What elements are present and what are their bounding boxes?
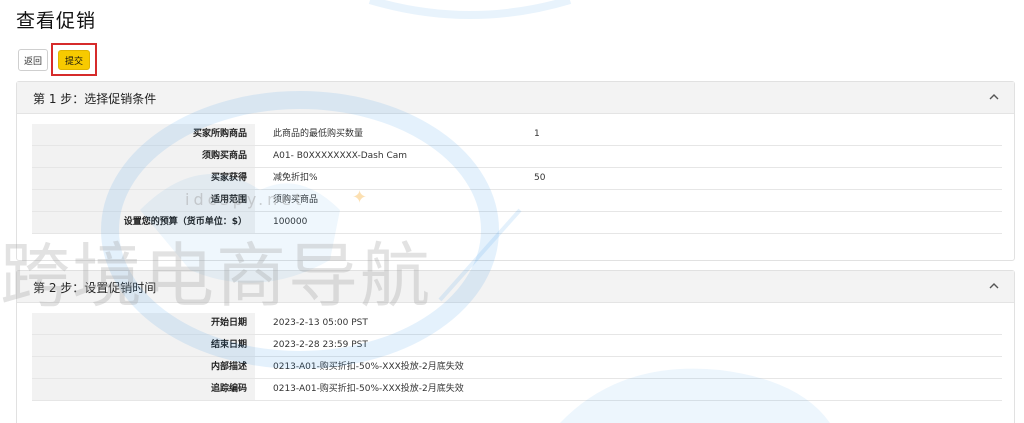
row-value: 0213-A01-购买折扣-50%-XXX投放-2月底失效: [273, 384, 464, 394]
page-title: 查看促销: [16, 10, 97, 32]
row-value: A01- B0XXXXXXXX-Dash Cam: [273, 151, 408, 161]
row-label: 开始日期: [32, 313, 255, 334]
row-label: 设置您的预算（货币单位：$）: [32, 212, 255, 233]
row-value: 2023-2-28 23:59 PST: [273, 340, 368, 350]
row-label: 买家获得: [32, 168, 255, 189]
row-value: 减免折扣%: [273, 173, 318, 183]
row-value: 100000: [273, 217, 308, 227]
step2-title: 第 2 步：设置促销时间: [33, 281, 157, 295]
submit-button[interactable]: 提交: [58, 50, 90, 70]
row-value: 此商品的最低购买数量: [273, 129, 364, 139]
row-label: 适用范围: [32, 190, 255, 211]
row-label: 追踪编码: [32, 379, 255, 400]
table-row: 结束日期 2023-2-28 23:59 PST: [32, 335, 1002, 357]
table-row: 设置您的预算（货币单位：$） 100000: [32, 212, 1002, 234]
table-row: 适用范围 须购买商品: [32, 190, 1002, 212]
submit-highlight: 提交: [51, 43, 97, 76]
chevron-up-icon[interactable]: [988, 90, 1000, 104]
back-button[interactable]: 返回: [18, 49, 48, 71]
row-value: 须购买商品: [273, 195, 319, 205]
step2-rows: 开始日期 2023-2-13 05:00 PST 结束日期 2023-2-28 …: [32, 313, 1002, 401]
step2-panel: 第 2 步：设置促销时间 开始日期 2023-2-13 05:00 PST 结束…: [16, 270, 1015, 423]
table-row: 须购买商品 A01- B0XXXXXXXX-Dash Cam: [32, 146, 1002, 168]
step2-header[interactable]: 第 2 步：设置促销时间: [17, 271, 1014, 303]
row-value: 2023-2-13 05:00 PST: [273, 318, 368, 328]
table-row: 追踪编码 0213-A01-购买折扣-50%-XXX投放-2月底失效: [32, 379, 1002, 401]
table-row: 买家获得 减免折扣% 50: [32, 168, 1002, 190]
row-label: 买家所购商品: [32, 124, 255, 145]
table-row: 买家所购商品 此商品的最低购买数量 1: [32, 124, 1002, 146]
chevron-up-icon[interactable]: [988, 279, 1000, 293]
step1-header[interactable]: 第 1 步：选择促销条件: [17, 82, 1014, 114]
row-label: 结束日期: [32, 335, 255, 356]
table-row: 内部描述 0213-A01-购买折扣-50%-XXX投放-2月底失效: [32, 357, 1002, 379]
row-label: 须购买商品: [32, 146, 255, 167]
row-extra: 1: [534, 129, 540, 139]
step1-rows: 买家所购商品 此商品的最低购买数量 1 须购买商品 A01- B0XXXXXXX…: [32, 124, 1002, 234]
row-label: 内部描述: [32, 357, 255, 378]
table-row: 开始日期 2023-2-13 05:00 PST: [32, 313, 1002, 335]
row-extra: 50: [534, 173, 546, 183]
step1-title: 第 1 步：选择促销条件: [33, 92, 157, 106]
row-value: 0213-A01-购买折扣-50%-XXX投放-2月底失效: [273, 362, 464, 372]
step1-panel: 第 1 步：选择促销条件 买家所购商品 此商品的最低购买数量 1 须购买商品 A…: [16, 81, 1015, 261]
